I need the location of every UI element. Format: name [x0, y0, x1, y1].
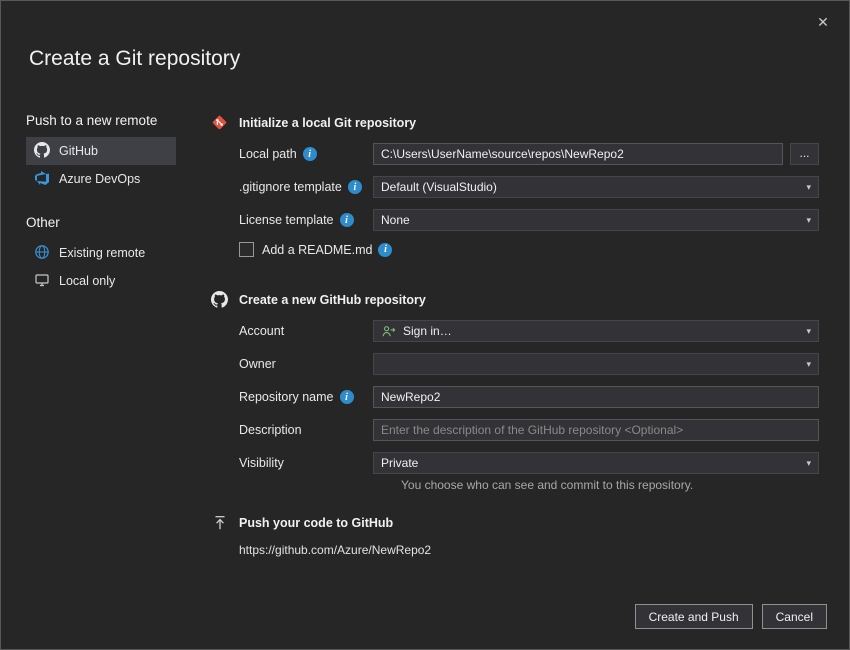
- license-row: License template i None ▾: [239, 209, 819, 231]
- chevron-down-icon: ▾: [806, 458, 811, 469]
- label-text: Local path: [239, 147, 297, 161]
- github-section-title: Create a new GitHub repository: [239, 293, 426, 307]
- sidebar-heading-other: Other: [26, 215, 176, 230]
- gitignore-row: .gitignore template i Default (VisualStu…: [239, 176, 819, 198]
- repo-name-input[interactable]: [373, 386, 819, 408]
- push-section-title: Push your code to GitHub: [239, 516, 393, 530]
- owner-dropdown[interactable]: ▾: [373, 353, 819, 375]
- sidebar-item-label: Azure DevOps: [59, 172, 140, 186]
- label-text: Add a README.md: [262, 243, 372, 257]
- dropdown-value: None: [381, 213, 410, 227]
- push-url-text: https://github.com/Azure/NewRepo2: [239, 543, 819, 557]
- git-icon: [211, 114, 228, 131]
- sidebar-item-existing-remote[interactable]: Existing remote: [26, 239, 176, 267]
- dropdown-value: Default (VisualStudio): [381, 180, 497, 194]
- push-upload-icon: [211, 514, 228, 531]
- create-and-push-button[interactable]: Create and Push: [635, 604, 753, 629]
- github-icon: [211, 291, 228, 308]
- label-text: Repository name: [239, 390, 334, 404]
- create-git-repository-dialog: ✕ Create a Git repository Push to a new …: [0, 0, 850, 650]
- owner-label: Owner: [239, 357, 373, 371]
- sidebar-heading-push-remote: Push to a new remote: [26, 113, 176, 128]
- computer-icon: [34, 272, 50, 291]
- info-icon[interactable]: i: [348, 180, 362, 194]
- sign-in-icon: [381, 324, 396, 339]
- readme-checkbox[interactable]: [239, 242, 254, 257]
- info-icon[interactable]: i: [303, 147, 317, 161]
- visibility-dropdown[interactable]: Private ▾: [373, 452, 819, 474]
- repo-name-row: Repository name i: [239, 386, 819, 408]
- close-icon[interactable]: ✕: [809, 9, 837, 35]
- cancel-button[interactable]: Cancel: [762, 604, 827, 629]
- sidebar-item-azure-devops[interactable]: Azure DevOps: [26, 165, 176, 193]
- label-text: Account: [239, 324, 284, 338]
- account-dropdown[interactable]: Sign in… ▾: [373, 320, 819, 342]
- github-icon: [34, 142, 50, 161]
- sidebar-item-local-only[interactable]: Local only: [26, 267, 176, 295]
- label-text: Visibility: [239, 456, 284, 470]
- local-path-input[interactable]: [373, 143, 783, 165]
- label-text: Description: [239, 423, 302, 437]
- chevron-down-icon: ▾: [806, 326, 811, 337]
- readme-row: Add a README.md i: [239, 242, 819, 257]
- local-path-row: Local path i ...: [239, 143, 819, 165]
- visibility-label: Visibility: [239, 456, 373, 470]
- gitignore-label: .gitignore template i: [239, 180, 373, 194]
- chevron-down-icon: ▾: [806, 215, 811, 226]
- init-section-title: Initialize a local Git repository: [239, 116, 416, 130]
- main-panel: Initialize a local Git repository Local …: [211, 114, 819, 557]
- account-row: Account Sign in… ▾: [239, 320, 819, 342]
- license-label: License template i: [239, 213, 373, 227]
- chevron-down-icon: ▾: [806, 182, 811, 193]
- chevron-down-icon: ▾: [806, 359, 811, 370]
- description-row: Description: [239, 419, 819, 441]
- sidebar-item-label: Existing remote: [59, 246, 145, 260]
- footer: Create and Push Cancel: [635, 604, 827, 629]
- push-section-header: Push your code to GitHub: [211, 514, 819, 531]
- github-section-header: Create a new GitHub repository: [211, 291, 819, 308]
- label-text: License template: [239, 213, 334, 227]
- repo-name-label: Repository name i: [239, 390, 373, 404]
- sidebar: Push to a new remote GitHub Azure DevOps…: [26, 113, 176, 295]
- sidebar-item-label: Local only: [59, 274, 115, 288]
- label-text: Owner: [239, 357, 276, 371]
- azure-devops-icon: [34, 170, 50, 189]
- description-label: Description: [239, 423, 373, 437]
- gitignore-dropdown[interactable]: Default (VisualStudio) ▾: [373, 176, 819, 198]
- account-label: Account: [239, 324, 373, 338]
- page-title: Create a Git repository: [29, 47, 240, 71]
- visibility-row: Visibility Private ▾: [239, 452, 819, 474]
- sidebar-item-github[interactable]: GitHub: [26, 137, 176, 165]
- readme-label: Add a README.md i: [262, 243, 392, 257]
- license-dropdown[interactable]: None ▾: [373, 209, 819, 231]
- info-icon[interactable]: i: [340, 390, 354, 404]
- init-section-header: Initialize a local Git repository: [211, 114, 819, 131]
- dropdown-value: Private: [381, 456, 418, 470]
- owner-row: Owner ▾: [239, 353, 819, 375]
- sidebar-item-label: GitHub: [59, 144, 98, 158]
- globe-icon: [34, 244, 50, 263]
- visibility-help-text: You choose who can see and commit to thi…: [401, 478, 819, 492]
- dropdown-value: Sign in…: [403, 324, 452, 338]
- browse-button[interactable]: ...: [790, 143, 819, 165]
- description-input[interactable]: [373, 419, 819, 441]
- label-text: .gitignore template: [239, 180, 342, 194]
- local-path-label: Local path i: [239, 147, 373, 161]
- info-icon[interactable]: i: [340, 213, 354, 227]
- info-icon[interactable]: i: [378, 243, 392, 257]
